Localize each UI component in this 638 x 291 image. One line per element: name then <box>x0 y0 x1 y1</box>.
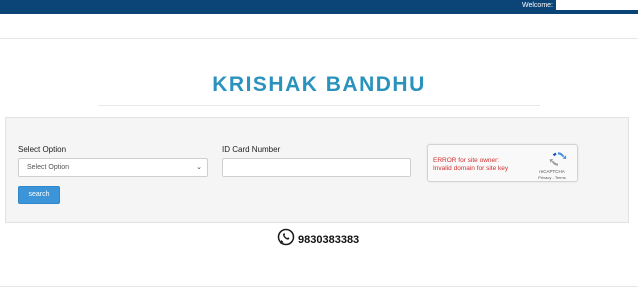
title-divider <box>98 105 540 106</box>
footer-divider <box>0 286 638 287</box>
id-card-input[interactable] <box>222 158 411 177</box>
recaptcha-label: reCAPTCHA <box>539 169 565 174</box>
whatsapp-icon[interactable] <box>277 228 295 246</box>
recaptcha-error-line2: Invalid domain for site key <box>433 165 509 172</box>
recaptcha-error: ERROR for site owner: Invalid domain for… <box>433 157 508 173</box>
chevron-down-icon: ⌄ <box>196 164 202 171</box>
header-divider <box>0 38 638 39</box>
recaptcha-logo-icon <box>549 152 567 166</box>
welcome-user-field <box>556 0 638 10</box>
id-card-label: ID Card Number <box>222 145 281 154</box>
search-button[interactable]: search <box>18 186 60 204</box>
search-form-panel: Select Option Select Option ⌄ ID Card Nu… <box>5 117 629 223</box>
phone-number: 9830383383 <box>298 234 360 246</box>
top-header-bar: Welcome: <box>0 0 638 14</box>
select-option-dropdown[interactable]: Select Option ⌄ <box>18 158 208 177</box>
select-option-value: Select Option <box>27 164 70 171</box>
recaptcha-widget[interactable]: ERROR for site owner: Invalid domain for… <box>427 144 578 182</box>
select-option-label: Select Option <box>18 145 67 154</box>
recaptcha-error-line1: ERROR for site owner: <box>433 157 500 164</box>
page-title: KRISHAK BANDHU <box>212 73 426 96</box>
welcome-label: Welcome: <box>522 2 553 9</box>
recaptcha-privacy-terms-link[interactable]: Privacy - Terms <box>532 175 572 180</box>
